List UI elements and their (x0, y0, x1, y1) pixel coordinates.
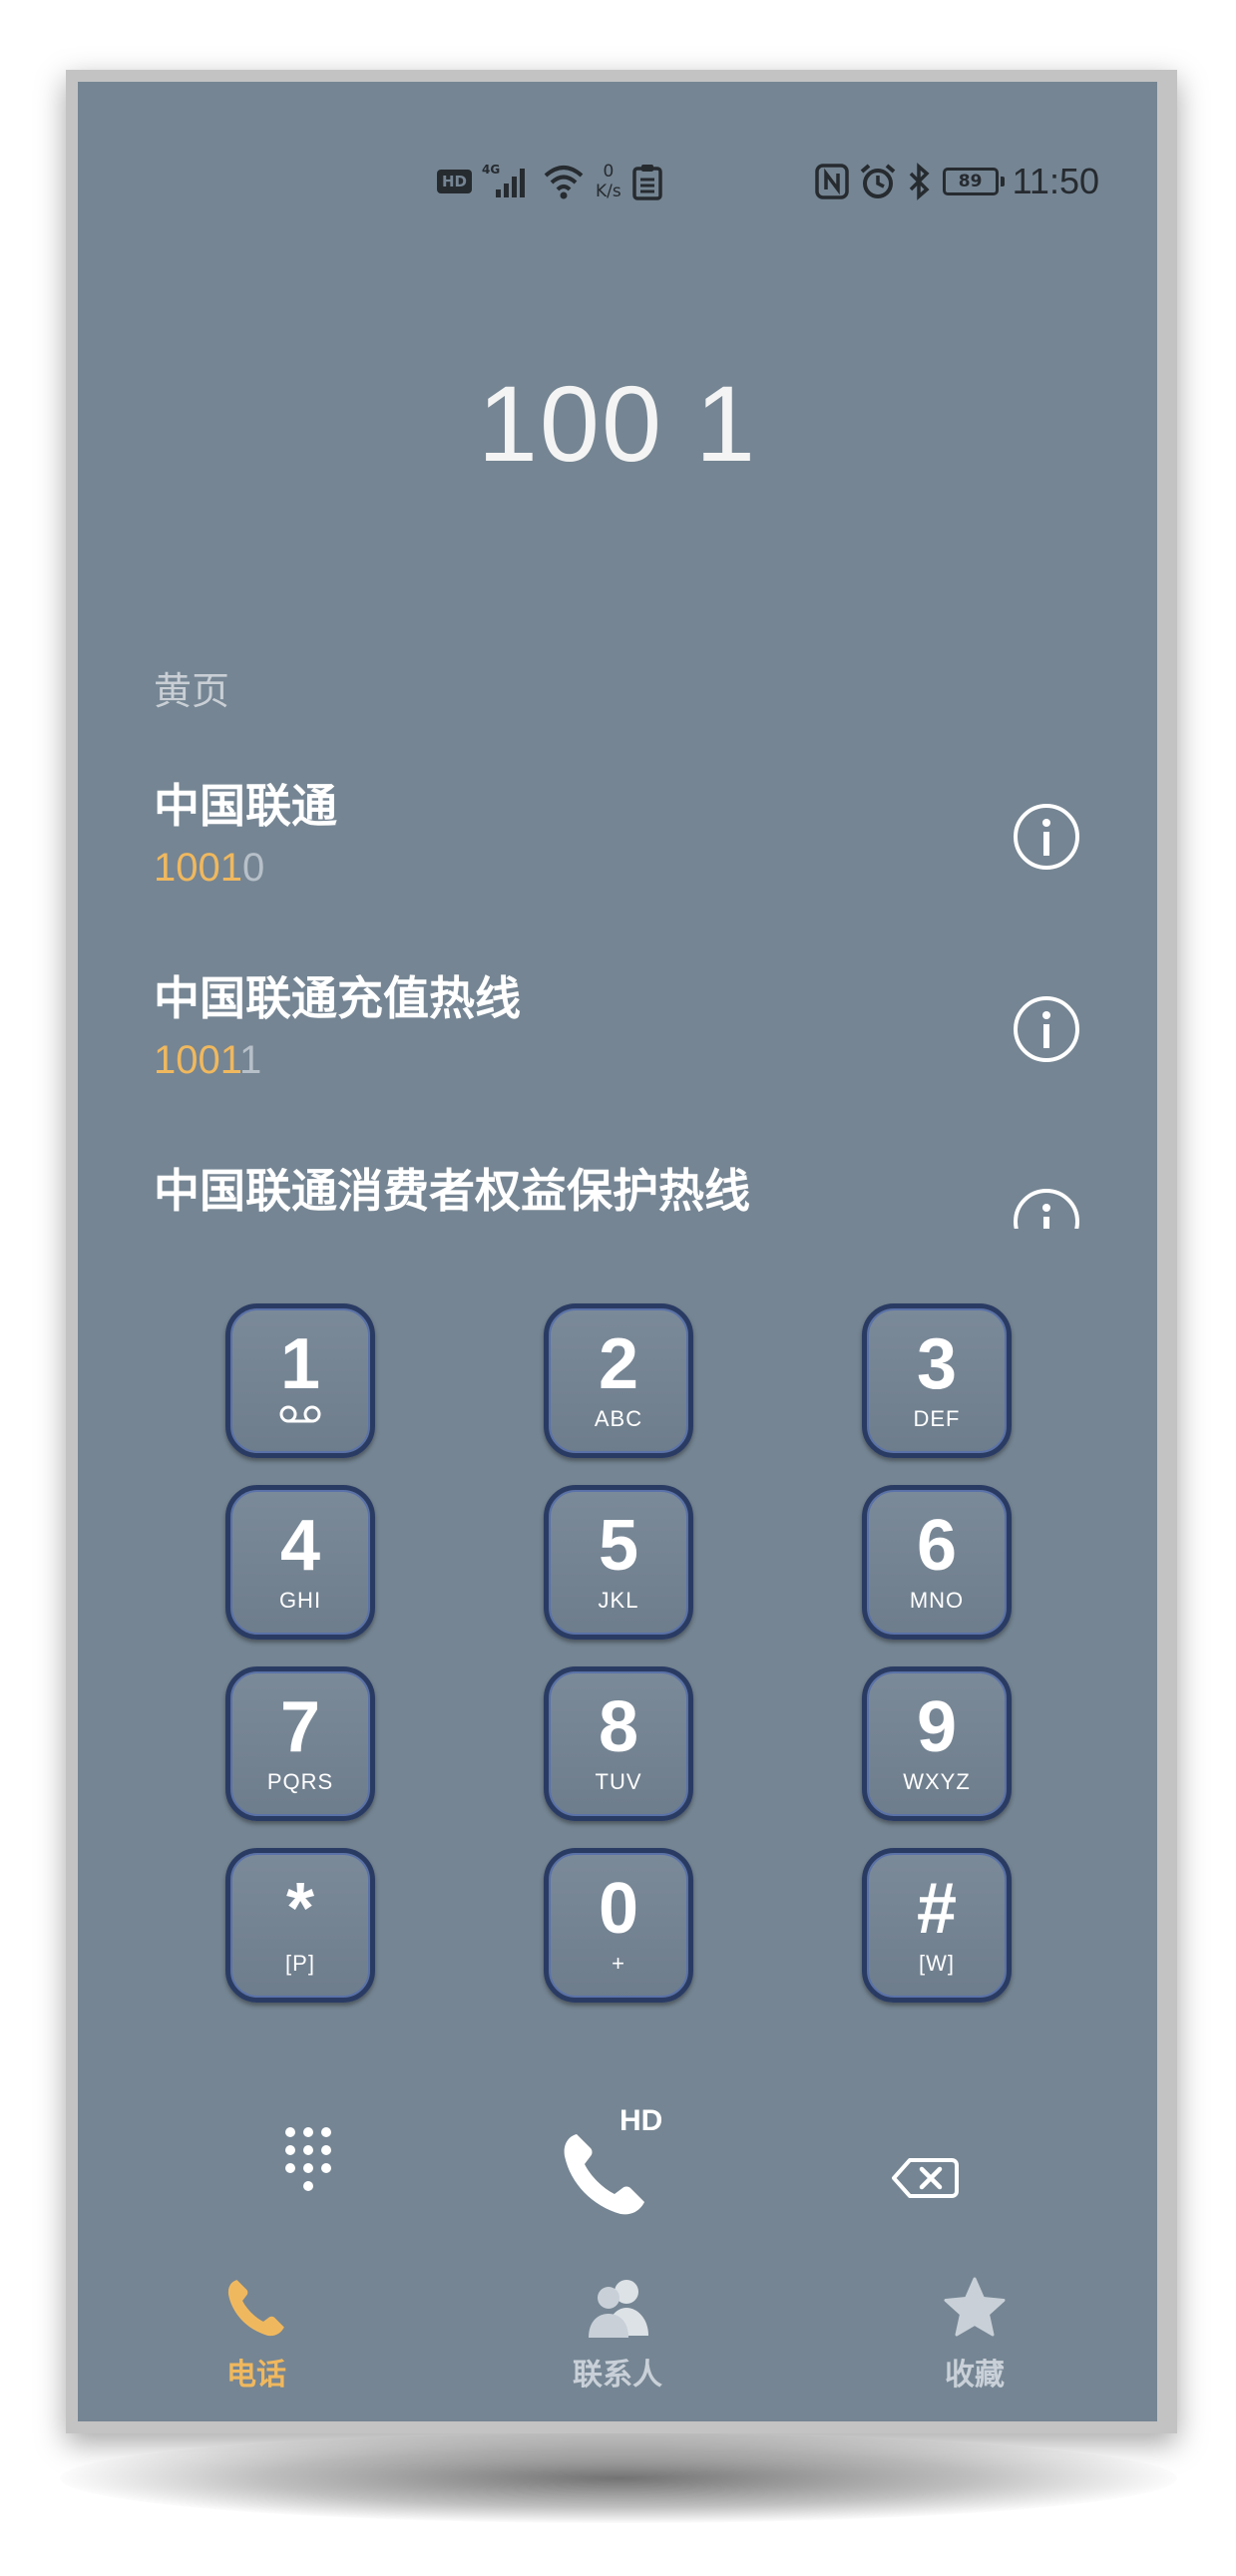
key-1[interactable]: 1 (225, 1303, 375, 1458)
key-letters: MNO (909, 1588, 965, 1613)
tab-label: 收藏 (945, 2358, 1005, 2392)
key-letters: DEF (913, 1406, 961, 1431)
key-letters: JKL (598, 1588, 639, 1613)
key-digit: # (916, 1869, 958, 1949)
key-3[interactable]: 3 DEF (862, 1303, 1012, 1458)
result-name: 中国联通充值热线 (154, 971, 521, 1025)
key-8[interactable]: 8 TUV (544, 1666, 693, 1821)
result-number: 10011 (154, 1038, 1081, 1083)
voicemail-icon (279, 1405, 321, 1423)
tab-contacts[interactable]: 联系人 (518, 2276, 717, 2393)
result-number-match: 1001 (154, 846, 242, 890)
result-number-rest: 1 (239, 1038, 262, 1082)
key-0[interactable]: 0 + (544, 1848, 693, 2003)
backspace-icon[interactable] (890, 2156, 960, 2200)
device-shadow (60, 2433, 1177, 2523)
key-letters: GHI (278, 1588, 322, 1613)
dialer-screen: HD 4G 0 K/s 89 11:50 100 1 黄页 中国联通 10010… (78, 82, 1157, 2421)
key-5[interactable]: 5 JKL (544, 1485, 693, 1640)
key-digit: 7 (279, 1687, 321, 1767)
info-icon[interactable] (1012, 994, 1081, 1064)
key-letters: [P] (285, 1951, 315, 1976)
key-digit: 4 (279, 1506, 321, 1586)
key-letters: PQRS (266, 1769, 334, 1794)
key-digit: 0 (598, 1869, 639, 1949)
key-9[interactable]: 9 WXYZ (862, 1666, 1012, 1821)
dialpad-toggle-icon[interactable] (280, 2124, 336, 2204)
tab-label: 联系人 (573, 2358, 662, 2392)
result-item[interactable]: 中国联通消费者权益保护热线 10015 (154, 1155, 1081, 1229)
key-letters: [W] (919, 1951, 955, 1976)
hd-call-badge: HD (619, 2104, 663, 2137)
contacts-icon (589, 2280, 648, 2338)
result-name: 中国联通 (154, 779, 337, 833)
result-name: 中国联通消费者权益保护热线 (154, 1164, 750, 1218)
info-icon[interactable] (1012, 802, 1081, 872)
key-digit: 1 (279, 1324, 321, 1404)
tab-favorites[interactable]: 收藏 (875, 2276, 1074, 2393)
key-hash[interactable]: # [W] (862, 1848, 1012, 2003)
tab-label: 电话 (226, 2358, 286, 2392)
search-results: 黄页 中国联通 10010 中国联通充值热线 10011 中国联通消费者权益保护… (78, 82, 1157, 1229)
key-digit: 6 (916, 1506, 958, 1586)
key-2[interactable]: 2 ABC (544, 1303, 693, 1458)
result-number-rest: 0 (241, 846, 265, 890)
phone-icon (227, 2280, 284, 2337)
section-title-yellow-pages: 黄页 (154, 669, 230, 713)
info-icon[interactable] (1012, 1187, 1081, 1229)
key-letters: TUV (595, 1769, 642, 1794)
result-number: 10010 (154, 846, 1081, 891)
key-digit: 3 (916, 1324, 958, 1404)
key-digit: 8 (598, 1687, 639, 1767)
key-digit: 2 (598, 1324, 639, 1404)
key-star[interactable]: * [P] (225, 1848, 375, 2003)
device-frame: HD 4G 0 K/s 89 11:50 100 1 黄页 中国联通 10010… (66, 70, 1177, 2433)
key-letters: ABC (594, 1406, 643, 1431)
key-digit: 5 (598, 1506, 639, 1586)
result-item[interactable]: 中国联通 10010 (154, 770, 1081, 939)
key-letters: + (612, 1951, 625, 1976)
call-icon[interactable] (559, 2128, 650, 2220)
tab-phone[interactable]: 电话 (157, 2276, 356, 2393)
key-digit: * (285, 1869, 315, 1949)
result-number-match: 1001 (154, 1038, 240, 1082)
bottom-tab-bar: 电话 联系人 收藏 (78, 2276, 1157, 2415)
key-7[interactable]: 7 PQRS (225, 1666, 375, 1821)
key-4[interactable]: 4 GHI (225, 1485, 375, 1640)
star-icon (944, 2277, 1006, 2337)
key-letters: WXYZ (903, 1769, 971, 1794)
key-6[interactable]: 6 MNO (862, 1485, 1012, 1640)
result-item[interactable]: 中国联通充值热线 10011 (154, 962, 1081, 1132)
dial-keypad: 1 2 ABC 3 DEF 4 GHI 5 JKL 6 MNO 7 PQRS 8… (225, 1303, 1012, 2012)
key-digit: 9 (916, 1687, 958, 1767)
